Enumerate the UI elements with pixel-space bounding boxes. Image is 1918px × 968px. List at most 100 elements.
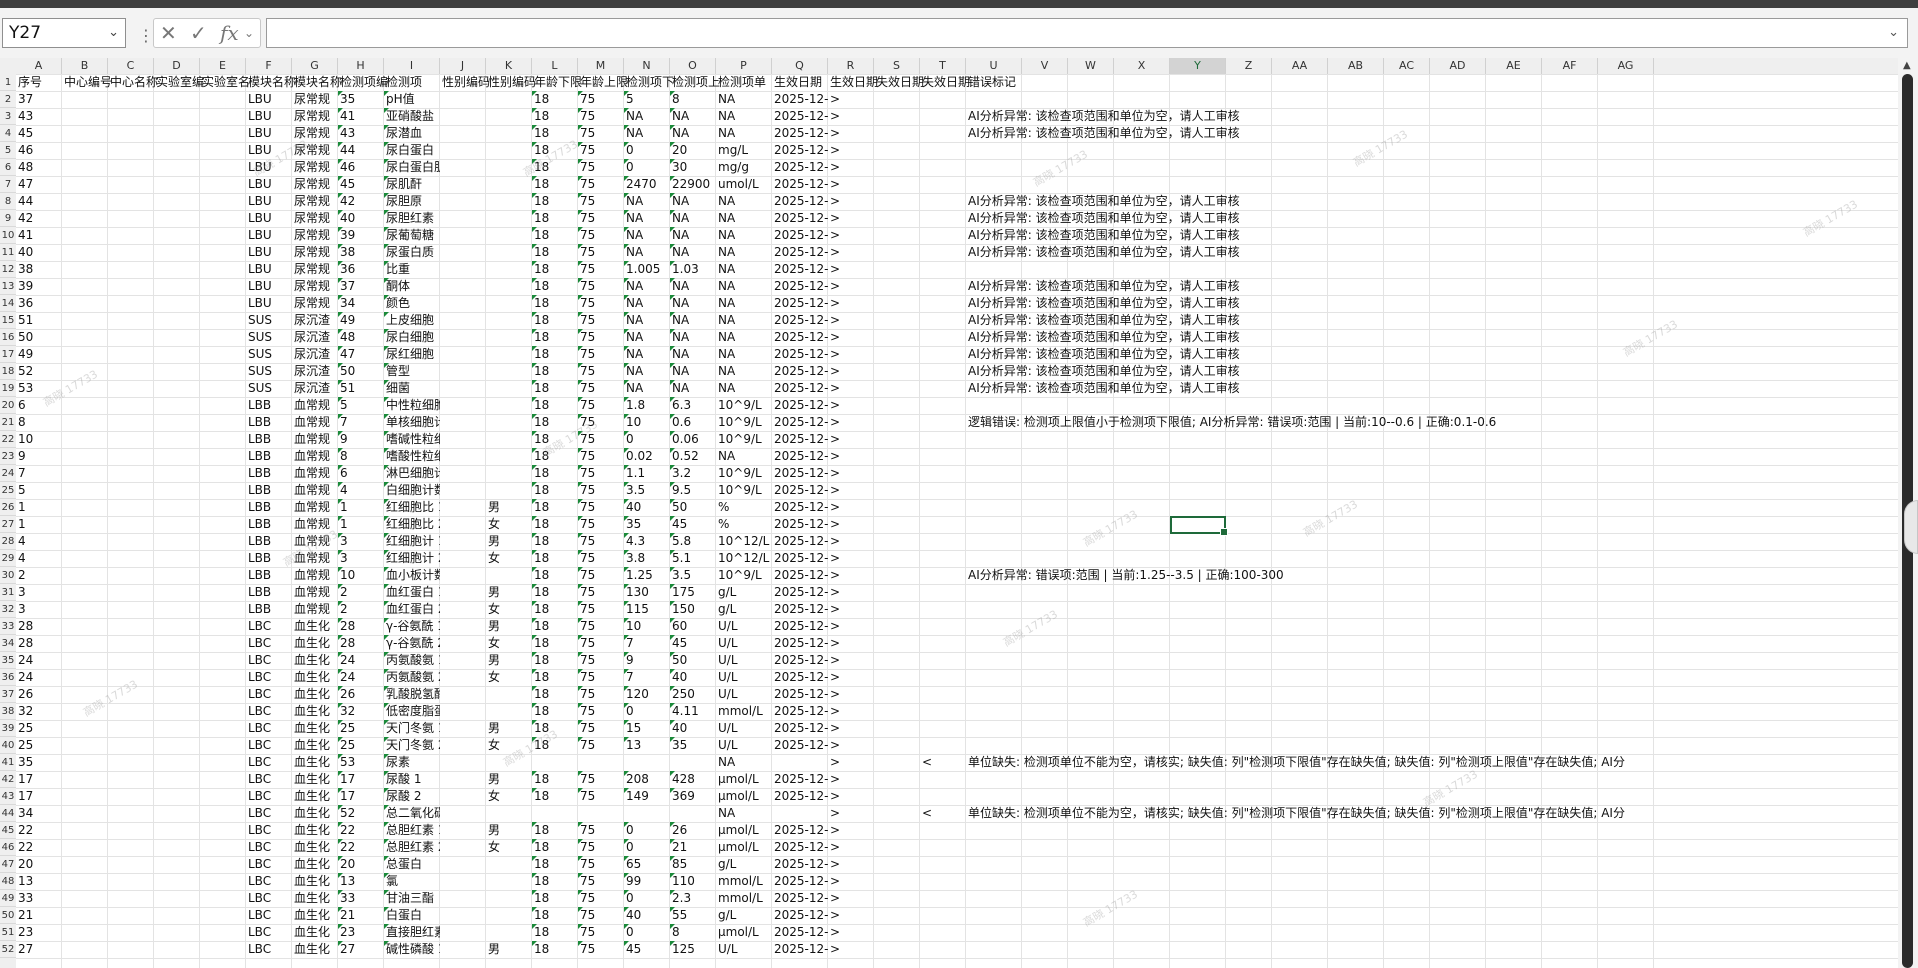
table-cell[interactable]: 4 xyxy=(16,533,62,550)
table-cell[interactable]: 50 xyxy=(670,499,716,516)
row-header[interactable]: 51 xyxy=(0,924,16,941)
table-cell[interactable]: SUS xyxy=(246,329,292,346)
table-cell[interactable]: 40 xyxy=(624,499,670,516)
table-cell[interactable]: AI分析异常: 该检查项范围和单位为空，请人工审核 xyxy=(966,363,1240,380)
table-cell[interactable]: 尿常规 xyxy=(292,244,338,261)
table-cell[interactable]: > xyxy=(828,839,874,856)
table-cell[interactable]: 中性粒细胞计数 xyxy=(384,397,440,414)
table-cell[interactable]: 20 xyxy=(338,856,384,873)
table-cell[interactable]: 250 xyxy=(670,686,716,703)
table-cell[interactable]: 2025-12- xyxy=(772,601,828,618)
row-header[interactable]: 16 xyxy=(0,329,16,346)
table-cell[interactable]: 2025-12- xyxy=(772,771,828,788)
table-cell[interactable]: 75 xyxy=(578,482,624,499)
table-cell[interactable]: 女 xyxy=(486,516,532,533)
table-cell[interactable]: 22 xyxy=(338,839,384,856)
table-cell[interactable]: 27 xyxy=(338,941,384,958)
table-cell[interactable]: 18 xyxy=(532,924,578,941)
table-cell[interactable]: 18 xyxy=(532,890,578,907)
table-cell[interactable]: 2 xyxy=(16,567,62,584)
table-cell[interactable]: 尿常规 xyxy=(292,108,338,125)
table-cell[interactable]: 40 xyxy=(16,244,62,261)
table-cell[interactable]: γ-谷氨酰 2 xyxy=(384,635,440,652)
table-cell[interactable]: LBU xyxy=(246,108,292,125)
column-title[interactable]: 模块名称 xyxy=(292,74,342,91)
column-title[interactable]: 检测项编 xyxy=(338,74,388,91)
row-header[interactable]: 31 xyxy=(0,584,16,601)
table-cell[interactable]: > xyxy=(828,907,874,924)
table-cell[interactable]: > xyxy=(828,720,874,737)
table-cell[interactable]: 3 xyxy=(338,550,384,567)
table-cell[interactable]: 18 xyxy=(532,312,578,329)
row-header[interactable]: 5 xyxy=(0,142,16,159)
table-cell[interactable]: 30 xyxy=(670,159,716,176)
table-cell[interactable]: 3.5 xyxy=(670,567,716,584)
table-cell[interactable]: LBC xyxy=(246,890,292,907)
column-header-af[interactable]: AF xyxy=(1542,58,1598,74)
table-cell[interactable]: 24 xyxy=(338,652,384,669)
table-cell[interactable]: 乳酸脱氢酶 xyxy=(384,686,440,703)
table-cell[interactable]: mg/g xyxy=(716,159,772,176)
table-cell[interactable]: 丙氨酸氨 2 xyxy=(384,669,440,686)
row-header[interactable]: 46 xyxy=(0,839,16,856)
row-header[interactable]: 45 xyxy=(0,822,16,839)
table-cell[interactable]: 2025-12- xyxy=(772,125,828,142)
column-title[interactable]: 检测项 xyxy=(384,74,440,91)
table-cell[interactable]: 男 xyxy=(486,584,532,601)
column-header-ac[interactable]: AC xyxy=(1384,58,1430,74)
table-cell[interactable]: 尿常规 xyxy=(292,227,338,244)
table-cell[interactable]: 2025-12- xyxy=(772,720,828,737)
table-cell[interactable]: 35 xyxy=(16,754,62,771)
table-cell[interactable]: 7 xyxy=(624,635,670,652)
table-cell[interactable]: 男 xyxy=(486,618,532,635)
table-cell[interactable]: 75 xyxy=(578,193,624,210)
table-cell[interactable]: 48 xyxy=(338,329,384,346)
table-cell[interactable]: 白蛋白 xyxy=(384,907,440,924)
table-cell[interactable]: > xyxy=(828,108,874,125)
table-cell[interactable]: 3.8 xyxy=(624,550,670,567)
table-cell[interactable]: 4 xyxy=(338,482,384,499)
table-cell[interactable]: LBC xyxy=(246,839,292,856)
table-cell[interactable]: > xyxy=(828,159,874,176)
table-cell[interactable]: 嗜碱性粒细胞计数 xyxy=(384,431,440,448)
table-cell[interactable]: 1.005 xyxy=(624,261,670,278)
table-cell[interactable]: > xyxy=(828,703,874,720)
table-cell[interactable]: 22 xyxy=(16,822,62,839)
table-cell[interactable]: 8 xyxy=(16,414,62,431)
table-cell[interactable]: 尿常规 xyxy=(292,91,338,108)
row-header[interactable]: 48 xyxy=(0,873,16,890)
table-cell[interactable]: 75 xyxy=(578,941,624,958)
table-cell[interactable]: 15 xyxy=(624,720,670,737)
table-cell[interactable]: LBB xyxy=(246,465,292,482)
table-cell[interactable]: LBB xyxy=(246,499,292,516)
table-cell[interactable]: 颜色 xyxy=(384,295,440,312)
table-cell[interactable]: 13 xyxy=(338,873,384,890)
table-cell[interactable]: NA xyxy=(624,125,670,142)
table-cell[interactable]: LBC xyxy=(246,635,292,652)
table-cell[interactable]: 淋巴细胞计数 xyxy=(384,465,440,482)
table-cell[interactable]: 血生化 xyxy=(292,924,338,941)
table-cell[interactable]: 血生化 xyxy=(292,822,338,839)
column-header-d[interactable]: D xyxy=(154,58,200,74)
table-cell[interactable]: NA xyxy=(670,312,716,329)
table-cell[interactable]: LBC xyxy=(246,618,292,635)
table-cell[interactable]: 10^12/L xyxy=(716,550,772,567)
row-header[interactable]: 2 xyxy=(0,91,16,108)
row-header[interactable]: 42 xyxy=(0,771,16,788)
table-cell[interactable]: 22 xyxy=(16,839,62,856)
column-header-u[interactable]: U xyxy=(966,58,1022,74)
table-cell[interactable]: 51 xyxy=(338,380,384,397)
table-cell[interactable]: NA xyxy=(670,295,716,312)
table-cell[interactable]: 37 xyxy=(338,278,384,295)
column-header-ad[interactable]: AD xyxy=(1430,58,1486,74)
table-cell[interactable]: 75 xyxy=(578,108,624,125)
table-cell[interactable]: 7 xyxy=(16,465,62,482)
table-cell[interactable]: 25 xyxy=(338,720,384,737)
table-cell[interactable]: 0.52 xyxy=(670,448,716,465)
table-cell[interactable]: 尿常规 xyxy=(292,261,338,278)
table-cell[interactable]: 18 xyxy=(532,261,578,278)
row-header[interactable]: 35 xyxy=(0,652,16,669)
table-cell[interactable]: 血常规 xyxy=(292,567,338,584)
table-cell[interactable]: 尿红细胞 xyxy=(384,346,440,363)
table-cell[interactable]: μmol/L xyxy=(716,771,772,788)
